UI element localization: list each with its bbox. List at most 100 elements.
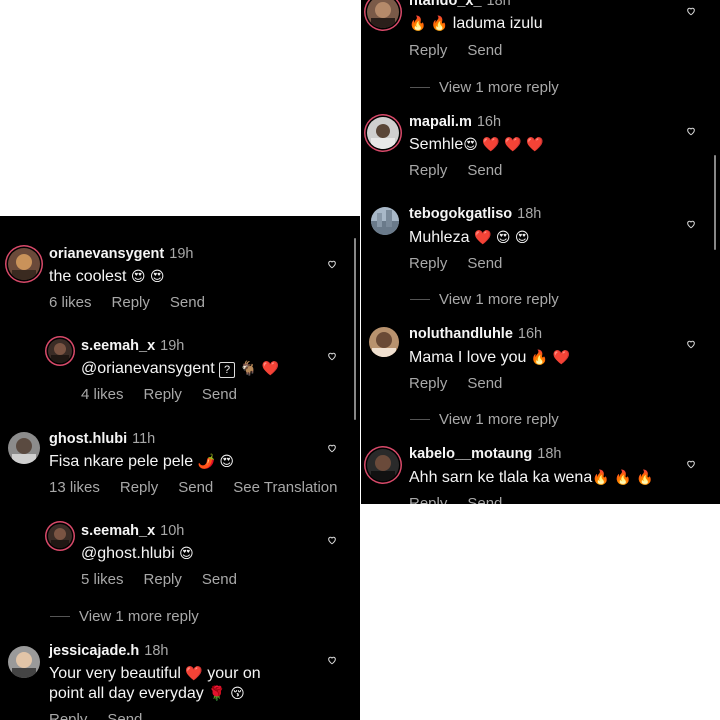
reply-button[interactable]: Reply [112,294,150,311]
send-button[interactable]: Send [467,162,502,179]
scrollbar[interactable] [354,238,356,420]
view-more-replies-button[interactable]: View 1 more reply [439,291,559,308]
username[interactable]: kabelo__motaung [409,446,532,462]
likes-count[interactable]: 13 likes [49,479,100,496]
view-more-replies-button[interactable]: View 1 more reply [439,411,559,428]
heart-outline-icon[interactable] [327,535,337,545]
send-button[interactable]: Send [170,294,205,311]
avatar[interactable] [48,339,72,363]
comment-actions: 5 likes Reply Send [81,571,257,588]
send-button[interactable]: Send [467,42,502,59]
send-button[interactable]: Send [467,255,502,272]
reply-button[interactable]: Reply [409,255,447,272]
send-button[interactable]: Send [178,479,213,496]
scrollbar[interactable] [714,155,716,250]
username[interactable]: orianevansygent [49,246,164,262]
reply-button[interactable]: Reply [409,375,447,392]
comment-text-content: laduma izulu [452,15,543,32]
comment-header: noluthandluhle 16h [409,326,542,342]
comment-actions: Reply Send [409,42,522,59]
send-button[interactable]: Send [107,711,142,720]
username[interactable]: s.eemah_x [81,338,155,354]
avatar[interactable] [367,117,399,149]
reply-button[interactable]: Reply [144,571,182,588]
divider [410,419,430,420]
comment-text-content: your on [207,665,261,682]
comment-text: Muhleza ❤️ 😍 😍 [409,228,529,248]
heart-outline-icon[interactable] [327,655,337,665]
heart-outline-icon[interactable] [327,443,337,453]
avatar[interactable] [367,449,399,481]
comment-actions: Reply Send [409,375,522,392]
comment-actions: Reply Send [409,495,522,504]
view-more-replies-button[interactable]: View 1 more reply [79,608,199,625]
heart-emoji: ❤️ [261,361,279,377]
heart-outline-icon[interactable] [327,351,337,361]
emoji: 🌶️ 😍 [197,454,235,470]
comment-header: tebogokgatliso 18h [409,206,541,222]
username[interactable]: ntando_x_ [409,0,482,9]
heart-outline-icon[interactable] [327,259,337,269]
comment-header: jessicajade.h 18h [49,643,168,659]
view-more-replies-button[interactable]: View 1 more reply [439,79,559,96]
avatar[interactable] [8,646,40,678]
heart-outline-icon[interactable] [686,339,696,349]
likes-count[interactable]: 6 likes [49,294,92,311]
emoji: 🔥 🔥 [409,16,449,32]
comment-header: mapali.m 16h [409,114,501,130]
heart-emoji: ❤️ [552,350,571,366]
send-button[interactable]: Send [202,571,237,588]
username[interactable]: mapali.m [409,114,472,130]
comment-text-content: Mama I love you [409,349,527,366]
reply-button[interactable]: Reply [120,479,158,496]
username[interactable]: noluthandluhle [409,326,513,342]
comment-actions: 13 likes Reply Send See Translation [49,479,358,496]
reply-button[interactable]: Reply [409,162,447,179]
likes-count[interactable]: 4 likes [81,386,124,403]
timestamp: 16h [517,326,543,342]
comment-text: @orianevansygent ? 🐐 ❤️ [81,359,279,379]
heart-emoji: ❤️ [185,666,203,682]
timestamp: 10h [160,523,185,539]
heart-outline-icon[interactable] [686,6,696,16]
timestamp: 18h [486,0,511,9]
username[interactable]: ghost.hlubi [49,431,127,447]
emoji: 🌹 😚 [208,686,245,702]
timestamp: 18h [537,446,562,462]
comment-text-content: @ghost.hlubi [81,545,175,562]
avatar[interactable] [8,248,40,280]
timestamp: 19h [169,246,194,262]
heart-outline-icon[interactable] [686,459,696,469]
comment-text: point all day everyday 🌹 😚 [49,684,245,704]
emoji: 🐐 [239,361,257,377]
timestamp: 11h [132,431,156,447]
reply-button[interactable]: Reply [409,42,447,59]
username[interactable]: s.eemah_x [81,523,155,539]
reply-button[interactable]: Reply [49,711,87,720]
comment-actions: 4 likes Reply Send [81,386,257,403]
username[interactable]: tebogokgatliso [409,206,512,222]
comment-text-content: Semhle [409,136,464,153]
avatar[interactable] [371,207,399,235]
comment-text: Fisa nkare pele pele 🌶️ 😍 [49,452,234,472]
comment-text-content: Muhleza [409,229,470,246]
reply-button[interactable]: Reply [144,386,182,403]
timestamp: 18h [144,643,169,659]
right-comments-panel: ntando_x_ 18h 🔥 🔥 laduma izulu Reply Send … [361,0,720,504]
heart-outline-icon[interactable] [686,219,696,229]
comment-text: Ahh sarn ke tlala ka wena🔥 🔥 🔥 [409,468,653,488]
avatar[interactable] [8,432,40,464]
likes-count[interactable]: 5 likes [81,571,124,588]
see-translation-link[interactable]: See Translation [233,479,337,496]
send-button[interactable]: Send [467,375,502,392]
username[interactable]: jessicajade.h [49,643,139,659]
heart-outline-icon[interactable] [686,126,696,136]
comment-actions: Reply Send [409,162,522,179]
avatar[interactable] [367,0,399,28]
send-button[interactable]: Send [202,386,237,403]
divider [410,299,430,300]
reply-button[interactable]: Reply [409,495,447,504]
avatar[interactable] [48,524,72,548]
avatar[interactable] [369,327,399,357]
send-button[interactable]: Send [467,495,502,504]
